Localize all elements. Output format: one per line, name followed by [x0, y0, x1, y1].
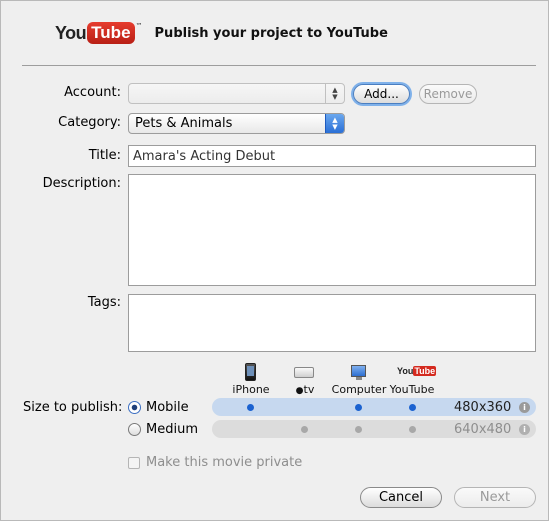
medium-resolution: 640x480	[454, 422, 512, 437]
column-computer: Computer	[331, 383, 387, 396]
computer-icon	[351, 365, 366, 380]
youtube-small-icon: YouTube	[397, 366, 437, 376]
iphone-icon	[245, 363, 256, 381]
logo-trademark: ™	[135, 22, 143, 30]
dialog-title: Publish your project to YouTube	[154, 25, 388, 41]
medium-computer-dot	[355, 426, 362, 433]
mobile-iphone-dot	[247, 404, 254, 411]
column-iphone: iPhone	[232, 383, 270, 396]
publish-sheet: You Tube ™ Publish your project to YouTu…	[0, 0, 549, 521]
info-icon[interactable]: i	[519, 402, 530, 413]
mobile-youtube-dot	[409, 404, 416, 411]
category-label: Category:	[58, 115, 121, 130]
column-apple-tv: ●tv	[295, 383, 315, 396]
logo-tube-text: Tube	[87, 22, 135, 44]
mobile-computer-dot	[355, 404, 362, 411]
cancel-button[interactable]: Cancel	[360, 487, 442, 508]
next-button[interactable]: Next	[454, 487, 536, 508]
column-youtube: YouTube	[389, 383, 435, 396]
youtube-logo: You Tube ™	[55, 19, 143, 47]
info-icon[interactable]: i	[519, 424, 530, 435]
apple-logo-icon: ●	[295, 386, 304, 396]
category-popup[interactable]: Pets & Animals ▲ ▼	[128, 113, 345, 134]
title-field[interactable]: Amara's Acting Debut	[128, 145, 536, 167]
tags-label: Tags:	[87, 295, 121, 310]
description-field[interactable]	[128, 174, 536, 286]
tags-field[interactable]	[128, 294, 536, 352]
medium-youtube-dot	[409, 426, 416, 433]
header-divider	[22, 65, 536, 66]
category-value: Pets & Animals	[135, 116, 233, 131]
header: You Tube ™ Publish your project to YouTu…	[55, 19, 388, 47]
private-checkbox-label: Make this movie private	[146, 455, 303, 470]
account-popup[interactable]: ▲ ▼	[128, 83, 345, 104]
updown-arrows-icon: ▲ ▼	[325, 114, 344, 133]
title-value: Amara's Acting Debut	[133, 149, 276, 164]
updown-arrows-icon: ▲ ▼	[325, 84, 344, 103]
private-checkbox[interactable]	[128, 457, 140, 469]
mobile-radio[interactable]	[128, 401, 141, 414]
medium-apple-tv-dot	[301, 426, 308, 433]
add-account-button[interactable]: Add...	[353, 84, 410, 104]
apple-tv-icon	[294, 367, 314, 378]
mobile-resolution: 480x360	[454, 400, 512, 415]
mobile-radio-label[interactable]: Mobile	[146, 400, 189, 415]
remove-account-button[interactable]: Remove	[419, 84, 477, 104]
account-label: Account:	[64, 85, 121, 100]
medium-radio[interactable]	[128, 423, 141, 436]
title-label: Title:	[88, 148, 121, 163]
logo-you-text: You	[55, 22, 87, 43]
medium-radio-label[interactable]: Medium	[146, 422, 198, 437]
description-label: Description:	[42, 176, 121, 191]
